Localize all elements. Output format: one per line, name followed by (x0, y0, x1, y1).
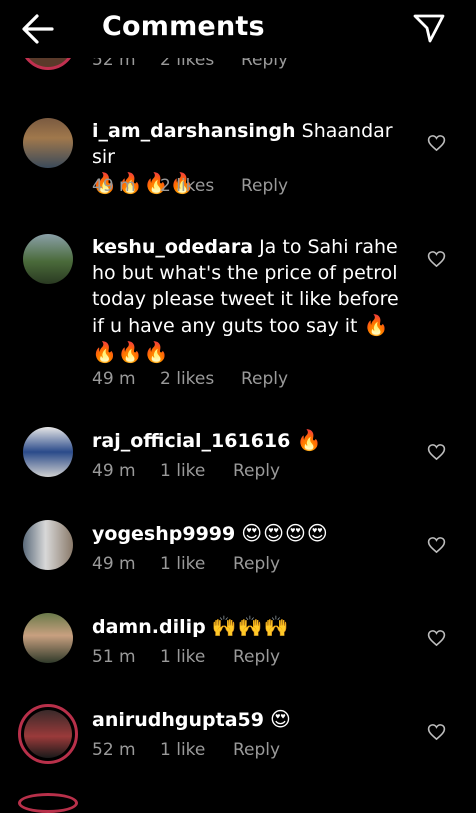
heart-icon[interactable] (427, 629, 446, 647)
avatar[interactable] (23, 234, 73, 284)
comment-time: 52 m (92, 740, 136, 760)
arrow-left-icon[interactable] (20, 12, 56, 46)
reply-button[interactable]: Reply (241, 176, 288, 196)
username[interactable]: yogeshp9999 (92, 523, 235, 545)
comment-time: 49 m (92, 461, 136, 481)
heart-icon[interactable] (427, 536, 446, 554)
reply-button[interactable]: Reply (233, 740, 280, 760)
avatar[interactable] (23, 520, 73, 570)
avatar[interactable] (18, 793, 78, 813)
likes-count[interactable]: 1 like (160, 554, 205, 574)
likes-count[interactable]: 1 like (160, 740, 205, 760)
heart-icon[interactable] (427, 723, 446, 741)
avatar[interactable] (18, 704, 78, 764)
comment-body: raj_official_161616 🔥 (92, 427, 412, 454)
comment-emoji: 😍 (270, 707, 292, 731)
comment-emoji: 🔥 (296, 428, 323, 452)
heart-icon[interactable] (427, 443, 446, 461)
likes-count[interactable]: 1 like (160, 461, 205, 481)
comment-time: 49 m (92, 176, 136, 196)
comment-emoji: 😍😍😍😍 (241, 521, 329, 545)
comment-body: yogeshp9999 😍😍😍😍 (92, 520, 412, 547)
username[interactable]: keshu_odedara (92, 236, 253, 258)
reply-button[interactable]: Reply (233, 647, 280, 667)
comment-emoji: 🙌🙌🙌 (211, 614, 290, 638)
paper-plane-icon[interactable] (412, 12, 446, 44)
username[interactable]: raj_official_161616 (92, 430, 290, 452)
comment-time: 51 m (92, 647, 136, 667)
avatar[interactable] (23, 613, 73, 663)
comment-time: 49 m (92, 554, 136, 574)
likes-count[interactable]: 2 likes (160, 369, 214, 389)
avatar[interactable] (23, 427, 73, 477)
page-title: Comments (102, 11, 265, 42)
username[interactable]: damn.dilip (92, 616, 206, 638)
heart-icon[interactable] (427, 250, 446, 268)
comment-body: damn.dilip 🙌🙌🙌 (92, 613, 412, 640)
comment-body: anirudhgupta59 😍 (92, 706, 412, 733)
reply-button[interactable]: Reply (241, 369, 288, 389)
likes-count[interactable]: 1 like (160, 647, 205, 667)
comment-body: keshu_odedara Ja to Sahi rahe ho but wha… (92, 234, 412, 366)
username[interactable]: i_am_darshansingh (92, 120, 296, 142)
avatar[interactable] (23, 118, 73, 168)
username[interactable]: anirudhgupta59 (92, 709, 264, 731)
likes-count[interactable]: 2 likes (160, 176, 214, 196)
reply-button[interactable]: Reply (233, 461, 280, 481)
comment-time: 49 m (92, 369, 136, 389)
top-bar: Comments (0, 0, 476, 58)
reply-button[interactable]: Reply (233, 554, 280, 574)
heart-icon[interactable] (427, 134, 446, 152)
